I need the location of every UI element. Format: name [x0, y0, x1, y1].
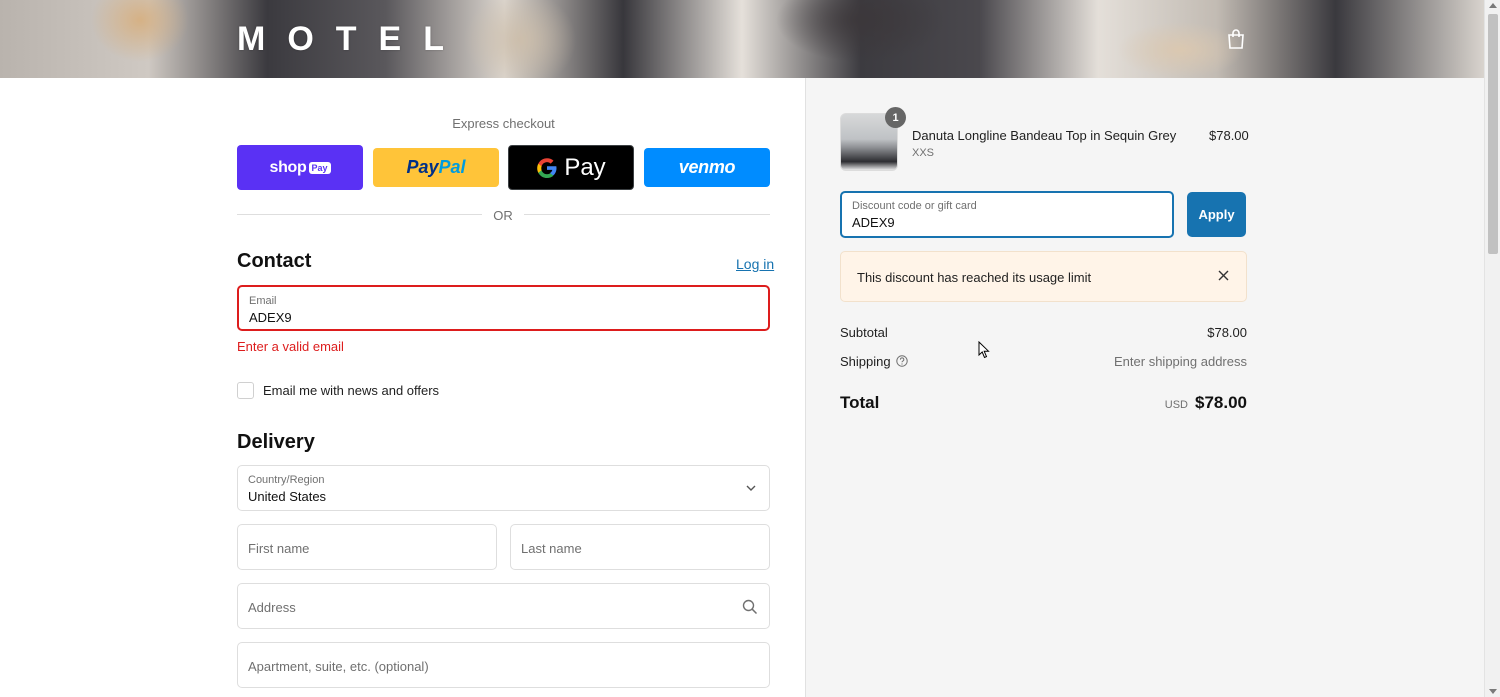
email-field[interactable]: Email ADEX9 — [237, 285, 770, 331]
divider-left — [237, 214, 482, 215]
country-label: Country/Region — [248, 474, 325, 486]
country-select[interactable]: Country/Region United States — [237, 465, 770, 511]
country-value: United States — [248, 489, 327, 504]
subtotal-label: Subtotal — [840, 325, 888, 340]
product-price: $78.00 — [1209, 128, 1249, 143]
express-checkout-title: Express checkout — [452, 116, 555, 131]
help-icon[interactable] — [896, 355, 908, 367]
newsletter-label[interactable]: Email me with news and offers — [263, 383, 439, 398]
product-variant: XXS — [912, 147, 935, 159]
shopping-bag-icon[interactable] — [1226, 28, 1246, 50]
divider-right — [524, 214, 770, 215]
header-banner: MOTEL — [0, 0, 1484, 78]
scroll-up-icon[interactable] — [1489, 3, 1497, 8]
scroll-thumb[interactable] — [1488, 14, 1498, 254]
address-placeholder: Address — [248, 600, 296, 615]
order-summary-panel — [805, 78, 1484, 697]
discount-label: Discount code or gift card — [852, 200, 977, 212]
shop-pay-tag: Pay — [308, 161, 331, 174]
search-icon — [742, 599, 758, 615]
address-field[interactable]: Address — [237, 583, 770, 629]
first-name-field[interactable]: First name — [237, 524, 497, 570]
total-label: Total — [840, 393, 880, 412]
contact-title: Contact — [237, 250, 312, 272]
total-amount: USD $78.00 — [1165, 393, 1247, 413]
scroll-down-icon[interactable] — [1489, 689, 1497, 694]
delivery-title: Delivery — [237, 431, 315, 453]
discount-notice-text: This discount has reached its usage limi… — [857, 270, 1092, 285]
email-value: ADEX9 — [249, 310, 292, 325]
or-divider-label: OR — [493, 208, 513, 223]
shipping-value: Enter shipping address — [1114, 354, 1247, 369]
venmo-button[interactable]: venmo — [644, 148, 770, 187]
apartment-placeholder: Apartment, suite, etc. (optional) — [248, 659, 429, 674]
google-pay-label: Pay — [564, 153, 606, 181]
login-link[interactable]: Log in — [736, 256, 774, 272]
apartment-field[interactable]: Apartment, suite, etc. (optional) — [237, 642, 770, 688]
shop-pay-wordmark: shop — [269, 158, 307, 176]
discount-code-field[interactable]: Discount code or gift card ADEX9 — [840, 191, 1174, 238]
discount-value: ADEX9 — [852, 215, 895, 230]
quantity-badge: 1 — [885, 107, 906, 128]
newsletter-checkbox[interactable] — [237, 382, 254, 399]
shop-pay-button[interactable]: shop Pay — [237, 145, 363, 190]
paypal-wordmark: PayPal — [406, 157, 466, 177]
first-name-placeholder: First name — [248, 541, 310, 556]
shipping-label: Shipping — [840, 354, 891, 369]
paypal-button[interactable]: PayPal — [373, 148, 499, 187]
venmo-wordmark: venmo — [678, 157, 736, 177]
total-value: $78.00 — [1195, 393, 1247, 412]
currency-code: USD — [1164, 399, 1188, 411]
google-g-icon — [537, 157, 557, 178]
close-icon[interactable] — [1218, 270, 1229, 281]
page-scrollbar[interactable] — [1484, 0, 1500, 697]
last-name-field[interactable]: Last name — [510, 524, 770, 570]
email-label: Email — [249, 295, 277, 307]
product-name: Danuta Longline Bandeau Top in Sequin Gr… — [912, 128, 1177, 143]
discount-notice: This discount has reached its usage limi… — [840, 251, 1247, 302]
store-logo[interactable]: MOTEL — [237, 20, 466, 59]
apply-discount-button[interactable]: Apply — [1187, 192, 1246, 237]
last-name-placeholder: Last name — [521, 541, 582, 556]
email-error-message: Enter a valid email — [237, 339, 344, 354]
google-pay-button[interactable]: Pay — [508, 145, 634, 190]
subtotal-value: $78.00 — [1207, 325, 1247, 340]
chevron-down-icon — [746, 485, 756, 491]
mouse-cursor-icon — [978, 341, 990, 359]
